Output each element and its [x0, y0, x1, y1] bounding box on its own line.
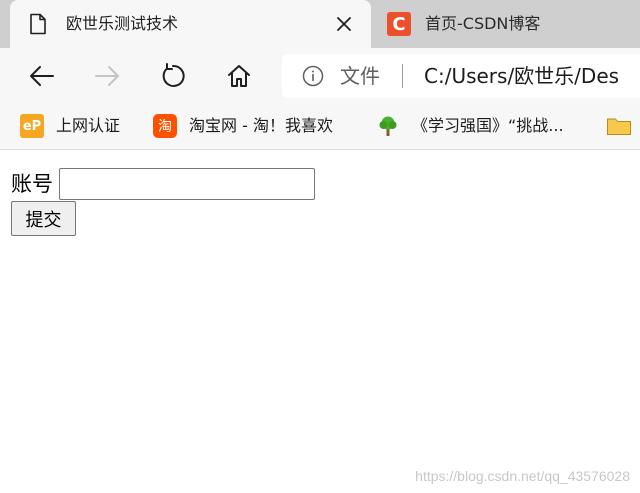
tree-icon [376, 114, 400, 138]
tab-title: 首页-CSDN博客 [425, 14, 541, 33]
tab-strip: 欧世乐测试技术 C 首页-CSDN博客 [0, 0, 640, 48]
address-scheme-label: 文件 [340, 64, 380, 88]
ep-logo-icon: eP [20, 114, 44, 138]
csdn-logo-icon: C [387, 12, 411, 36]
account-input[interactable] [59, 168, 315, 200]
favorite-folder[interactable] [606, 114, 640, 138]
page-content: 账号 提交 https://blog.csdn.net/qq_43576028 [0, 151, 640, 493]
address-separator [402, 64, 403, 88]
info-icon[interactable] [302, 65, 324, 87]
favorite-label: 上网认证 [56, 116, 121, 135]
tab-active[interactable]: 欧世乐测试技术 [10, 0, 371, 48]
taobao-logo-icon: 淘 [153, 114, 177, 138]
close-tab-icon[interactable] [334, 14, 354, 34]
favorite-label: 淘宝网 - 淘！我喜欢 [189, 116, 333, 135]
folder-icon [606, 114, 631, 138]
address-url[interactable]: C:/Users/欧世乐/Des [424, 64, 619, 88]
account-label: 账号 [11, 172, 53, 196]
favorite-item-campus-login[interactable]: eP 上网认证 [20, 114, 120, 138]
navigation-toolbar: 文件 C:/Users/欧世乐/Des [0, 48, 640, 104]
page-icon [26, 12, 50, 36]
address-bar[interactable]: 文件 C:/Users/欧世乐/Des [282, 54, 640, 98]
favorite-item-xuexi[interactable]: 《学习强国》“挑战... [376, 114, 564, 138]
watermark-text: https://blog.csdn.net/qq_43576028 [415, 468, 630, 484]
account-row: 账号 [11, 168, 315, 200]
refresh-icon[interactable] [158, 60, 190, 92]
favorite-item-taobao[interactable]: 淘 淘宝网 - 淘！我喜欢 [153, 114, 333, 138]
back-arrow-icon[interactable] [26, 60, 58, 92]
favorites-bar: eP 上网认证 淘 淘宝网 - 淘！我喜欢 《学习强国》“挑战... [0, 104, 640, 150]
home-icon[interactable] [223, 60, 255, 92]
tab-csdn[interactable]: C 首页-CSDN博客 [371, 0, 640, 48]
forward-arrow-icon[interactable] [91, 60, 123, 92]
tab-title: 欧世乐测试技术 [66, 14, 179, 33]
submit-button[interactable]: 提交 [11, 201, 76, 236]
favorite-label: 《学习强国》“挑战... [412, 116, 564, 135]
